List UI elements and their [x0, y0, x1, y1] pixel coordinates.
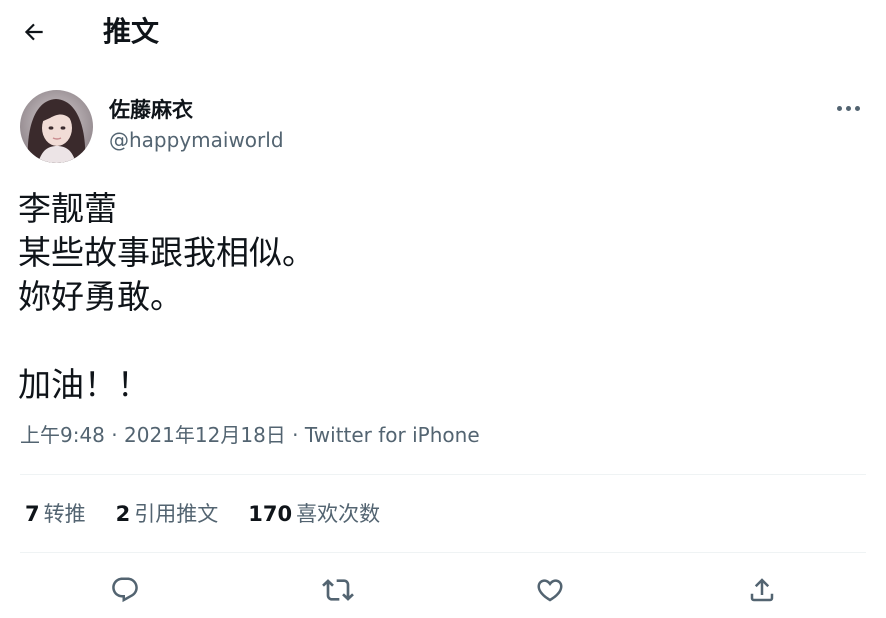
retweet-button[interactable]	[316, 568, 360, 612]
retweets-label: 转推	[43, 502, 86, 526]
likes-count: 170	[248, 502, 293, 526]
heart-icon	[537, 579, 563, 602]
meta-separator: ·	[285, 423, 305, 447]
tweet-time[interactable]: 上午9:48	[20, 423, 105, 447]
share-icon	[750, 578, 774, 602]
like-button[interactable]	[528, 568, 572, 612]
author-handle[interactable]: @happymaiworld	[109, 127, 284, 153]
quotes-label: 引用推文	[134, 502, 219, 526]
tweet-line: 李靓蕾	[18, 189, 117, 228]
likes-stat[interactable]: 170 喜欢次数	[248, 500, 380, 528]
tweet-line: 妳好勇敢。	[18, 277, 183, 316]
retweet-icon	[322, 579, 354, 601]
back-button[interactable]	[14, 14, 54, 50]
page-title: 推文	[103, 15, 160, 48]
tweet-text: 李靓蕾 某些故事跟我相似。 妳好勇敢。 加油！！	[18, 187, 858, 407]
avatar[interactable]	[20, 90, 93, 163]
more-options-button[interactable]	[830, 96, 866, 120]
more-horizontal-icon	[836, 105, 842, 111]
quotes-stat[interactable]: 2 引用推文	[116, 500, 219, 528]
divider	[20, 552, 866, 553]
arrow-left-icon	[24, 23, 43, 41]
reply-icon	[112, 577, 138, 603]
tweet-actions	[0, 568, 886, 612]
quotes-count: 2	[115, 502, 131, 526]
retweets-stat[interactable]: 7 转推	[25, 500, 86, 528]
share-button[interactable]	[740, 568, 784, 612]
tweet-line: 某些故事跟我相似。	[18, 233, 315, 272]
tweet-client[interactable]: Twitter for iPhone	[305, 423, 480, 447]
author-display-name[interactable]: 佐藤麻衣	[109, 97, 193, 123]
tweet-stats: 7 转推 2 引用推文 170 喜欢次数	[25, 500, 380, 528]
retweets-count: 7	[25, 502, 40, 526]
tweet-line: 加油！！	[18, 365, 150, 404]
tweet-date[interactable]: 2021年12月18日	[124, 423, 286, 447]
likes-label: 喜欢次数	[296, 502, 381, 526]
tweet-metadata: 上午9:48 · 2021年12月18日 · Twitter for iPhon…	[20, 422, 480, 448]
divider	[20, 474, 866, 475]
avatar-image	[20, 90, 93, 163]
reply-button[interactable]	[103, 568, 147, 612]
meta-separator: ·	[104, 423, 124, 447]
tweet-header: 推文	[0, 0, 886, 66]
tweet-author: 佐藤麻衣 @happymaiworld	[20, 90, 866, 164]
